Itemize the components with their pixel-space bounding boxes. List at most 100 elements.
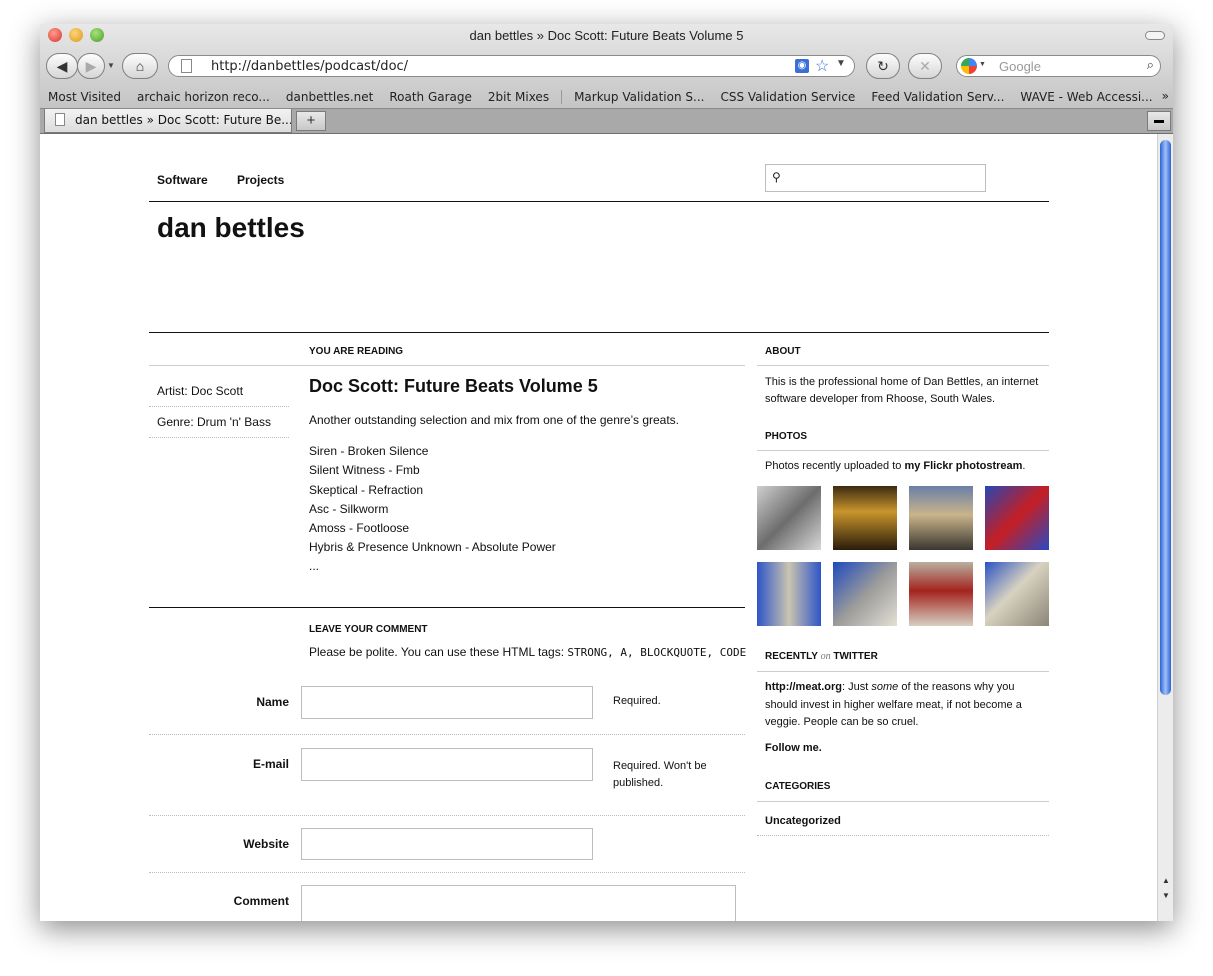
divider: [149, 201, 1049, 202]
flickr-photo-thumbnail[interactable]: [757, 486, 821, 550]
site-search-input[interactable]: ⚲: [765, 164, 986, 192]
photos-text-pre: Photos recently uploaded to: [765, 460, 902, 472]
title-bar: dan bettles » Doc Scott: Future Beats Vo…: [40, 24, 1173, 108]
photos-heading: PHOTOS: [765, 431, 808, 442]
site-title[interactable]: dan bettles: [157, 212, 305, 244]
search-engine-dropdown-icon[interactable]: ▼: [979, 61, 986, 68]
divider: [149, 607, 745, 608]
twitter-heading-recently: RECENTLY: [765, 651, 818, 662]
comment-textarea[interactable]: [301, 885, 736, 921]
page-icon: [181, 59, 192, 73]
track-item: ...: [309, 559, 320, 573]
flickr-photo-thumbnail[interactable]: [909, 562, 973, 626]
bookmark-item[interactable]: 2bit Mixes: [480, 90, 557, 104]
bookmark-item[interactable]: Feed Validation Serv...: [863, 90, 1012, 104]
post-title: Doc Scott: Future Beats Volume 5: [309, 376, 598, 396]
post-meta-genre: Genre: Drum 'n' Bass: [157, 415, 271, 429]
about-heading: ABOUT: [765, 346, 801, 357]
photos-text-post: .: [1022, 460, 1026, 472]
address-bar[interactable]: http://danbettles/podcast/doc/ ◉ ☆ ▼: [168, 55, 855, 77]
browser-window: dan bettles » Doc Scott: Future Beats Vo…: [40, 24, 1173, 921]
bookmarks-toolbar: Most Visited archaic horizon reco... dan…: [40, 85, 1173, 108]
window-title: dan bettles » Doc Scott: Future Beats Vo…: [469, 28, 744, 43]
track-item: Skeptical - Refraction: [309, 483, 424, 497]
twitter-heading-on: on: [820, 651, 831, 662]
category-link[interactable]: Uncategorized: [765, 815, 841, 827]
google-logo-icon: [961, 58, 977, 74]
history-dropdown-icon[interactable]: ▼: [107, 61, 115, 70]
post-meta-artist: Artist: Doc Scott: [157, 384, 244, 398]
email-input[interactable]: [301, 748, 593, 781]
divider: [149, 815, 745, 816]
comment-intro-text: Please be polite. You can use these HTML…: [309, 645, 565, 659]
search-icon[interactable]: ⌕: [1147, 57, 1154, 73]
bookmark-star-icon[interactable]: ☆: [815, 56, 829, 76]
reload-button[interactable]: ↻: [866, 53, 900, 79]
comment-label: Comment: [233, 894, 289, 908]
photos-text: Photos recently uploaded to my Flickr ph…: [765, 460, 1025, 472]
bookmark-item[interactable]: Markup Validation S...: [566, 90, 712, 104]
section-label: YOU ARE READING: [309, 346, 404, 357]
search-bar[interactable]: ▼ Google ⌕: [956, 55, 1161, 77]
nav-software[interactable]: Software: [157, 173, 208, 187]
flickr-photo-thumbnail[interactable]: [909, 486, 973, 550]
list-all-tabs-button[interactable]: ▬: [1147, 111, 1171, 131]
flickr-photo-thumbnail[interactable]: [985, 486, 1049, 550]
more-bookmarks-icon[interactable]: »: [1162, 89, 1169, 103]
name-label: Name: [256, 695, 289, 709]
bookmark-item[interactable]: WAVE - Web Accessi...: [1012, 90, 1160, 104]
track-item: Asc - Silkworm: [309, 502, 389, 516]
divider: [149, 872, 745, 873]
scrollbar-thumb[interactable]: [1160, 140, 1171, 695]
tab-bar: dan bettles » Doc Scott: Future Be... + …: [40, 108, 1173, 134]
bookmark-item[interactable]: CSS Validation Service: [712, 90, 863, 104]
bookmark-item[interactable]: Most Visited: [40, 90, 129, 104]
scroll-up-icon[interactable]: ▲: [1160, 876, 1172, 885]
website-input[interactable]: [301, 828, 593, 860]
divider: [149, 437, 289, 438]
flickr-photo-thumbnail[interactable]: [833, 486, 897, 550]
name-input[interactable]: [301, 686, 593, 719]
tab-label: dan bettles » Doc Scott: Future Be...: [75, 113, 292, 127]
page-icon: [55, 113, 65, 126]
flickr-photo-thumbnail[interactable]: [833, 562, 897, 626]
stop-button[interactable]: ✕: [908, 53, 942, 79]
follow-link[interactable]: Follow me.: [765, 742, 822, 754]
bookmark-item[interactable]: Roath Garage: [381, 90, 480, 104]
name-note: Required.: [613, 695, 661, 707]
divider: [757, 450, 1049, 451]
comment-intro: Please be polite. You can use these HTML…: [309, 645, 746, 659]
forward-arrow-icon: ▶: [85, 57, 97, 74]
home-button[interactable]: ⌂: [122, 53, 158, 79]
page-content: Software Projects ⚲ dan bettles YOU ARE …: [40, 134, 1157, 921]
search-placeholder: Google: [999, 59, 1041, 74]
tweet-link[interactable]: http://meat.org: [765, 681, 842, 693]
scroll-down-icon[interactable]: ▼: [1160, 891, 1172, 900]
post-intro: Another outstanding selection and mix fr…: [309, 413, 680, 427]
new-tab-button[interactable]: +: [296, 111, 326, 131]
categories-heading: CATEGORIES: [765, 781, 831, 792]
divider: [149, 332, 1049, 333]
tweet-text-a: : Just: [842, 681, 869, 693]
search-icon: ⚲: [772, 170, 781, 184]
divider: [757, 671, 1049, 672]
tab-active[interactable]: dan bettles » Doc Scott: Future Be...: [44, 109, 292, 133]
rss-feed-icon[interactable]: ◉: [795, 59, 809, 73]
nav-projects[interactable]: Projects: [237, 173, 284, 187]
email-label: E-mail: [252, 757, 289, 771]
email-note: Required. Won't be published.: [613, 760, 707, 789]
twitter-heading-twitter: TWITTER: [833, 651, 878, 662]
divider: [149, 406, 289, 407]
vertical-scrollbar[interactable]: ▲ ▼: [1157, 134, 1173, 921]
forward-button[interactable]: ▶: [77, 53, 105, 79]
flickr-photo-thumbnail[interactable]: [985, 562, 1049, 626]
flickr-photo-thumbnail[interactable]: [757, 562, 821, 626]
flickr-link[interactable]: my Flickr photostream: [904, 460, 1022, 472]
toolbar-toggle-button[interactable]: [1145, 31, 1165, 40]
about-text: This is the professional home of Dan Bet…: [765, 376, 1039, 405]
url-dropdown-icon[interactable]: ▼: [836, 58, 846, 69]
bookmark-item[interactable]: archaic horizon reco...: [129, 90, 278, 104]
bookmark-item[interactable]: danbettles.net: [278, 90, 381, 104]
website-label: Website: [243, 837, 289, 851]
back-button[interactable]: ◀: [46, 53, 78, 79]
